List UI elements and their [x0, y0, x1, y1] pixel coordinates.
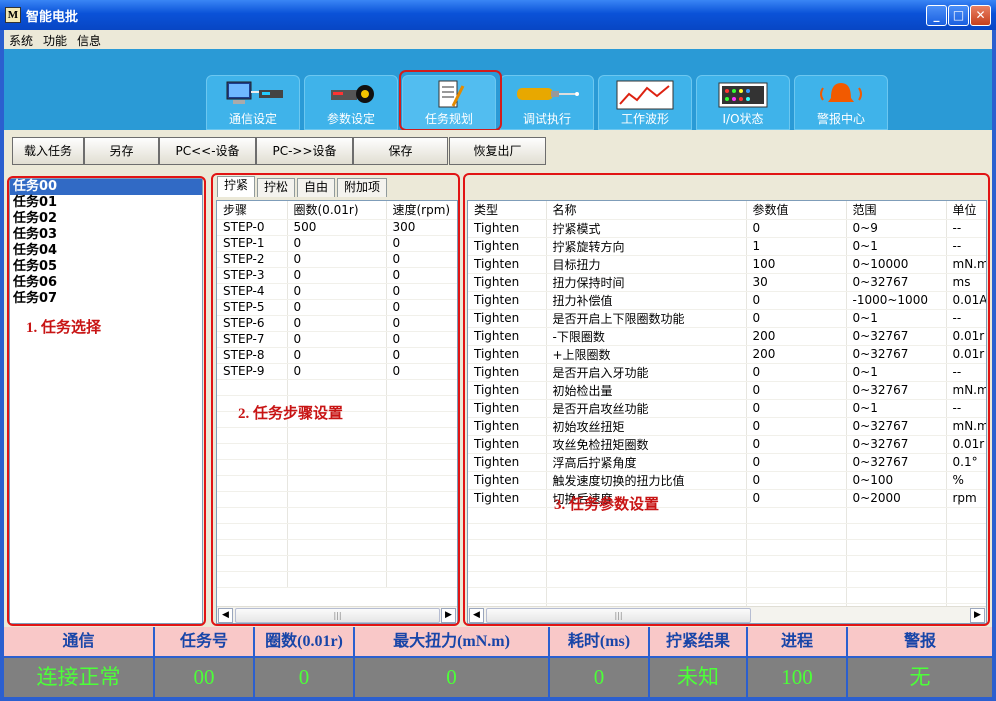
download-from-device-button[interactable]: PC<<-设备 [159, 137, 256, 165]
tab-label: 工作波形 [620, 112, 669, 126]
task-planning-panel: 载入任务 另存 PC<<-设备 PC->>设备 保存 恢复出厂 任务00 任务0… [4, 130, 992, 627]
tab-debug-run[interactable]: 调试执行 [500, 75, 594, 130]
menu-bar: 系统 功能 信息 [4, 30, 992, 49]
menu-function[interactable]: 功能 [38, 30, 72, 51]
step-setting-highlight [211, 173, 460, 626]
window-title: 智能电批 [26, 10, 79, 25]
upload-to-device-button[interactable]: PC->>设备 [256, 137, 353, 165]
load-task-button[interactable]: 载入任务 [12, 137, 84, 165]
status-header-result: 拧紧结果 [650, 627, 748, 656]
status-panel: 通信 任务号 圈数(0.01r) 最大扭力(mN.m) 耗时(ms) 拧紧结果 … [4, 627, 992, 697]
status-header-comm: 通信 [4, 627, 155, 656]
function-tab-strip: 通信设定 参数设定 任务规划 调试执行 工作波形 I/O状态 警报中心 [4, 49, 992, 131]
status-header-elapsed: 耗时(ms) [550, 627, 650, 656]
tab-alarm-center[interactable]: 警报中心 [794, 75, 888, 130]
app-logo: M [5, 7, 21, 23]
step-setting-note: 2. 任务步骤设置 [238, 406, 344, 422]
menu-system[interactable]: 系统 [4, 30, 38, 51]
maximize-button[interactable]: □ [948, 5, 969, 26]
tab-label: I/O状态 [722, 112, 764, 126]
status-header-progress: 进程 [748, 627, 848, 656]
status-comm-value: 连接正常 [4, 658, 155, 697]
save-as-button[interactable]: 另存 [84, 137, 159, 165]
screwdriver-icon [517, 88, 579, 100]
title-bar: M 智能电批 _ □ ✕ [0, 0, 996, 30]
status-result-value: 未知 [650, 658, 748, 697]
tab-label: 调试执行 [522, 112, 571, 126]
menu-info[interactable]: 信息 [72, 30, 106, 51]
tab-label: 参数设定 [326, 112, 375, 126]
status-max-torque-value: 0 [355, 658, 550, 697]
status-header-alarm: 警报 [848, 627, 992, 656]
tab-label: 通信设定 [228, 112, 277, 126]
tab-io-status[interactable]: I/O状态 [696, 75, 790, 130]
alarm-bell-icon [820, 83, 862, 102]
status-task-no-value: 00 [155, 658, 255, 697]
task-select-note: 1. 任务选择 [26, 320, 102, 336]
status-alarm-value: 无 [848, 658, 992, 697]
settings-meter-icon [331, 85, 374, 103]
tab-work-waveform[interactable]: 工作波形 [598, 75, 692, 130]
waveform-chart-icon [616, 80, 674, 110]
save-button[interactable]: 保存 [353, 137, 448, 165]
status-progress-value: 100 [748, 658, 848, 697]
computer-network-icon [226, 81, 283, 104]
status-elapsed-value: 0 [550, 658, 650, 697]
param-setting-note: 3. 任务参数设置 [554, 497, 660, 513]
status-header-max-torque: 最大扭力(mN.m) [355, 627, 550, 656]
tab-param-settings[interactable]: 参数设定 [304, 75, 398, 130]
minimize-button[interactable]: _ [926, 5, 947, 26]
active-tab-highlight [399, 70, 502, 131]
status-header-turns: 圈数(0.01r) [255, 627, 355, 656]
io-panel-icon [718, 82, 768, 108]
param-setting-highlight [463, 173, 990, 626]
status-turns-value: 0 [255, 658, 355, 697]
restore-factory-button[interactable]: 恢复出厂 [449, 137, 546, 165]
close-button[interactable]: ✕ [970, 5, 991, 26]
task-select-highlight [7, 176, 206, 626]
tab-label: 警报中心 [816, 112, 865, 126]
tab-comm-settings[interactable]: 通信设定 [206, 75, 300, 130]
status-header-task-no: 任务号 [155, 627, 255, 656]
